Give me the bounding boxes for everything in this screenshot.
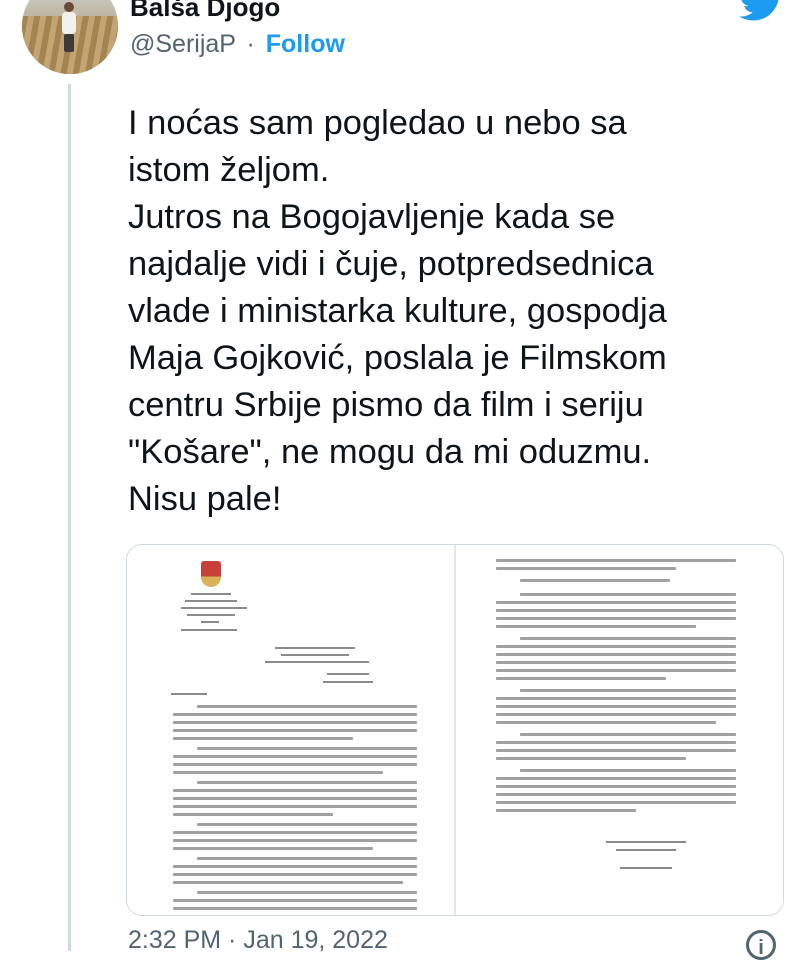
twitter-bird-icon[interactable] xyxy=(738,0,786,22)
author-handle-row: @SerijaP · Follow xyxy=(130,30,345,59)
follow-button[interactable]: Follow xyxy=(266,30,345,58)
avatar-person-legs xyxy=(64,34,74,52)
avatar-person-body xyxy=(62,12,76,34)
tweet-text: I noćas sam pogledao u nebo sa istom žel… xyxy=(128,104,667,518)
separator-dot: · xyxy=(246,30,255,58)
serbia-crest-icon xyxy=(201,561,221,587)
author-name[interactable]: Balša Djogo xyxy=(130,0,280,23)
avatar[interactable] xyxy=(22,0,118,74)
document-page-right xyxy=(456,545,783,915)
thread-line xyxy=(68,84,71,951)
author-handle[interactable]: @SerijaP xyxy=(130,30,236,58)
document-page-left xyxy=(127,545,454,915)
tweet-media-image[interactable] xyxy=(126,544,784,916)
info-icon[interactable]: i xyxy=(746,930,776,960)
avatar-person-head xyxy=(64,2,74,12)
